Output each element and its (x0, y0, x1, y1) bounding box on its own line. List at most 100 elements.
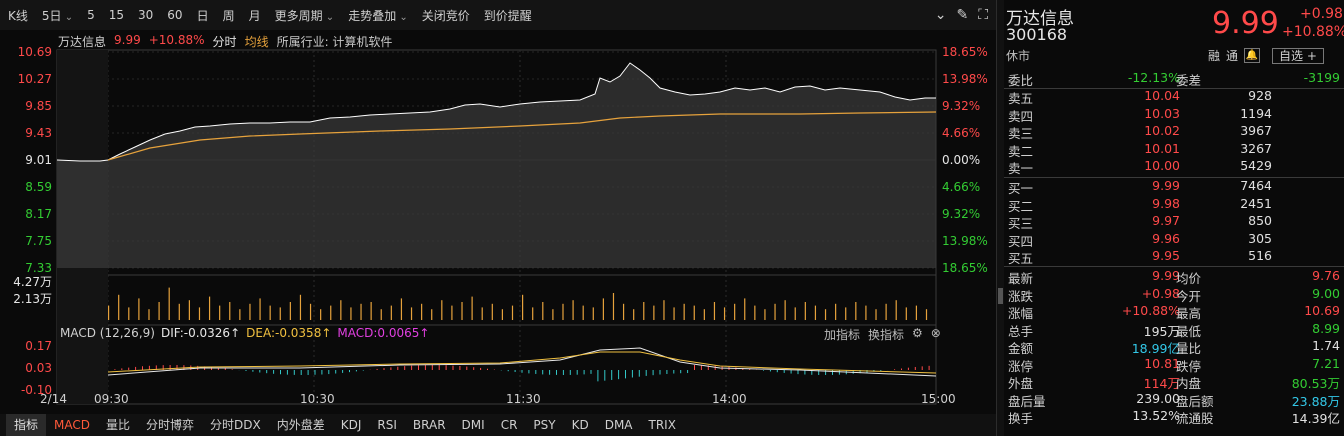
tab-13[interactable]: DMA (597, 414, 641, 436)
quote-row: 涨跌 +0.98 今开 9.00 (1004, 286, 1344, 304)
volume-bar (370, 302, 372, 320)
quote-row: 买二 9.98 2451 (1004, 196, 1344, 214)
pct-tick-label: 18.65% (942, 261, 988, 275)
add-indicator-button[interactable]: 加指标 (824, 326, 860, 343)
tab-2[interactable]: 量比 (98, 414, 138, 436)
stat-label: 内盘 (1176, 376, 1202, 391)
tab-14[interactable]: TRIX (641, 414, 684, 436)
macd-dea: DEA:-0.0358↑ (246, 326, 332, 340)
add-watchlist-button[interactable]: 自选 + (1272, 47, 1324, 64)
volume-bar (592, 307, 594, 320)
quote-row: 买五 9.95 516 (1004, 248, 1344, 266)
price-tick-label: 9.85 (25, 99, 52, 113)
volume-bar (784, 300, 786, 320)
toolbar-item[interactable]: 更多周期 (275, 7, 335, 24)
switch-indicator-button[interactable]: 换指标 (868, 326, 904, 343)
panel-splitter[interactable] (996, 0, 1004, 436)
tab-0[interactable]: 指标 (6, 414, 47, 436)
connect-flag: 通 (1226, 49, 1239, 63)
volume-bar (309, 303, 312, 320)
ask-price: 10.02 (1144, 123, 1180, 138)
commission-diff-label: 委差 (1176, 73, 1202, 88)
industry-label[interactable]: 所属行业: 计算机软件 (277, 33, 393, 49)
volume-bar (340, 300, 342, 320)
volume-bar (764, 309, 766, 320)
tab-7[interactable]: RSI (369, 414, 405, 436)
volume-bar (461, 302, 463, 320)
toolbar-item[interactable]: 到价提醒 (484, 7, 532, 24)
volume-bar (562, 303, 564, 320)
tab-1[interactable]: MACD (46, 414, 98, 436)
tab-11[interactable]: PSY (525, 414, 563, 436)
toolbar-item[interactable]: 月 (249, 7, 261, 24)
tab-4[interactable]: 分时DDX (202, 414, 269, 436)
tab-6[interactable]: KDJ (333, 414, 370, 436)
quote-row: 最新 9.99 均价 9.76 (1004, 268, 1344, 286)
tab-3[interactable]: 分时博弈 (138, 414, 202, 436)
volume-bar (582, 305, 584, 320)
volume-bar (885, 303, 887, 320)
pct-tick-label: 13.98% (942, 72, 988, 86)
volume-bar (814, 305, 817, 320)
toolbar-item[interactable]: 15 (109, 8, 124, 22)
macd-label[interactable]: MACD (12,26,9) (60, 326, 155, 340)
price-tick-label: 8.17 (25, 207, 52, 221)
collapse-icon[interactable]: ⌄ (935, 7, 947, 23)
chart-canvas[interactable] (0, 30, 996, 412)
toolbar-item[interactable]: 60 (167, 8, 182, 22)
pct-tick-label: 0.00% (942, 153, 981, 167)
stat-label: 盘后额 (1176, 393, 1214, 409)
stat-value: 80.53万 (1291, 376, 1340, 391)
toolbar-item[interactable]: 5日 (42, 7, 73, 24)
tab-8[interactable]: BRAR (405, 414, 454, 436)
close-icon[interactable]: ⊗ (931, 326, 941, 343)
stat-label: 总手 (1008, 323, 1034, 339)
toolbar-item[interactable]: 走势叠加 (348, 7, 408, 24)
toolbar-item[interactable]: 周 (223, 7, 235, 24)
volume-bar (734, 303, 736, 320)
toolbar-item[interactable]: 30 (138, 8, 153, 22)
volume-bar (511, 305, 514, 320)
stock-change-pct: +10.88% (148, 33, 205, 47)
settings-icon[interactable]: ⚙ (912, 326, 923, 343)
ask-label: 卖三 (1008, 126, 1034, 141)
ask-price: 10.00 (1144, 158, 1180, 173)
tab-12[interactable]: KD (564, 414, 597, 436)
toolbar-item[interactable]: 关闭竞价 (422, 7, 470, 24)
volume-bar (845, 307, 847, 320)
stat-value: 239.00 (1136, 390, 1180, 406)
tab-5[interactable]: 内外盘差 (269, 414, 333, 436)
splitter-grip[interactable] (998, 288, 1003, 304)
volume-bar (320, 309, 322, 320)
time-tick-label: 14:00 (712, 392, 747, 406)
volume-bar (905, 307, 907, 320)
volume-bar (855, 302, 857, 320)
ask-volume: 5429 (1240, 158, 1272, 173)
time-tick-label: 2/14 (40, 392, 67, 406)
toolbar-item[interactable]: K线 (8, 7, 28, 24)
stat-value: 9.76 (1312, 268, 1340, 283)
volume-bar (723, 307, 726, 320)
fullscreen-icon[interactable]: ⛶ (978, 7, 988, 23)
volume-bar (208, 296, 211, 320)
pct-tick-label: 13.98% (942, 234, 988, 248)
stat-value: 23.88万 (1291, 393, 1340, 409)
price-tick-label: 10.27 (17, 72, 52, 86)
stat-value: 14.39亿 (1291, 411, 1340, 426)
stat-label: 今开 (1176, 288, 1202, 304)
quote-row: 涨停 10.81 跌停 7.21 (1004, 356, 1344, 374)
draw-icon[interactable]: ✎ (956, 7, 968, 23)
tab-10[interactable]: CR (493, 414, 526, 436)
intraday-chart[interactable]: 万达信息 9.99 +10.88% 分时 均线 所属行业: 计算机软件 10.6… (0, 30, 996, 412)
toolbar-item[interactable]: 5 (87, 8, 95, 22)
time-tick-label: 09:30 (94, 392, 129, 406)
bell-icon[interactable]: 🔔 (1244, 48, 1261, 63)
volume-bar (168, 287, 170, 320)
volume-bar (824, 309, 827, 320)
tab-9[interactable]: DMI (454, 414, 493, 436)
stat-value: 7.21 (1312, 355, 1340, 371)
bid-label: 买五 (1008, 251, 1034, 266)
volume-bar (451, 305, 453, 320)
volume-bar (703, 309, 705, 320)
toolbar-item[interactable]: 日 (197, 7, 209, 24)
